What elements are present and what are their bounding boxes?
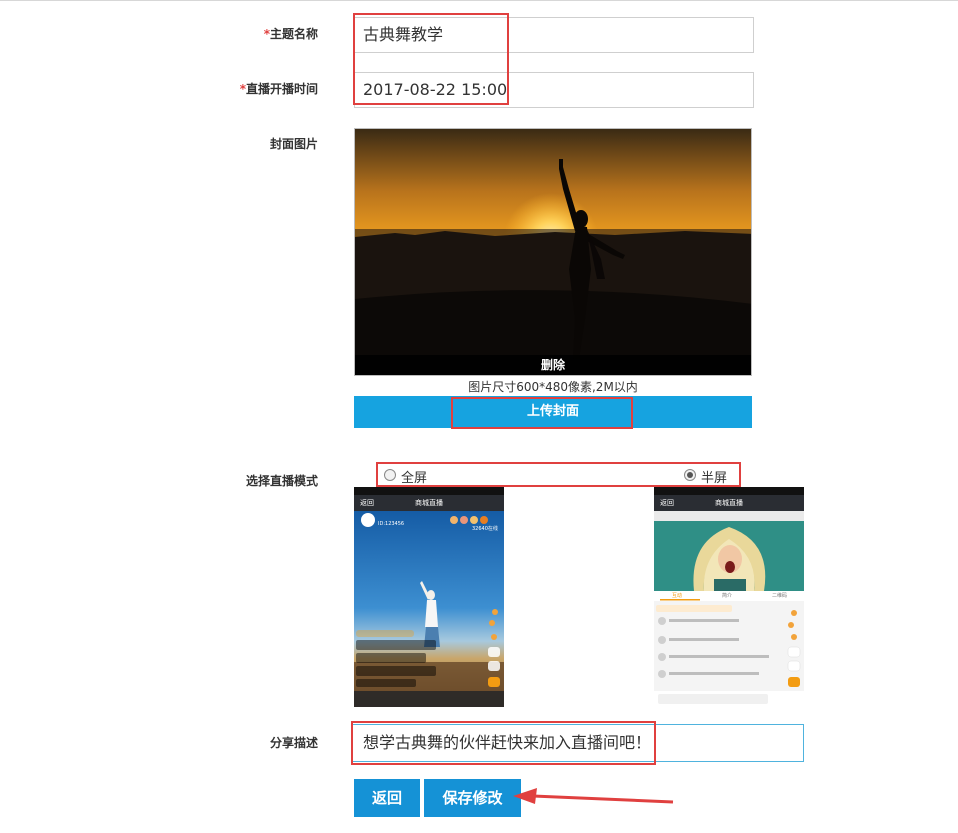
status-bar [654, 487, 804, 495]
back-button[interactable]: 返回 [354, 779, 420, 817]
start-time-input[interactable]: 2017-08-22 15:00 [354, 72, 754, 108]
mode-full-radio[interactable] [384, 469, 396, 481]
start-time-label: *直播开播时间 [239, 82, 318, 96]
topic-input[interactable]: 古典舞教学 [354, 17, 754, 53]
status-bar [354, 487, 504, 495]
upload-cover-button[interactable]: 上传封面 [354, 396, 752, 428]
preview-tab: 互动 [672, 593, 683, 599]
mode-full-label[interactable]: 全屏 [401, 467, 427, 486]
topic-label: *主题名称 [263, 27, 318, 41]
preview-nav: 返回 商城直播 [354, 495, 504, 511]
preview-viewers: 32640在线 [472, 526, 498, 532]
preview-user-id: ID:123456 [378, 521, 405, 527]
preview-tab: 简介 [722, 593, 733, 599]
share-label: 分享描述 [269, 736, 318, 750]
preview-tab: 二维码 [772, 593, 788, 599]
mode-half-label[interactable]: 半屏 [701, 467, 727, 486]
share-description-input[interactable]: 想学古典舞的伙伴赶快来加入直播间吧！ [352, 724, 804, 762]
delete-cover-button[interactable]: 删除 [355, 355, 751, 375]
nav-title: 商城直播 [415, 499, 443, 507]
preview-nav: 返回 商城直播 [654, 495, 804, 511]
nav-title: 商城直播 [715, 499, 743, 507]
fullscreen-preview-art [354, 487, 504, 707]
mode-label: 选择直播模式 [245, 474, 318, 488]
cover-size-hint: 图片尺寸600*480像素,2M以内 [468, 380, 638, 394]
halfscreen-preview: 返回 商城直播 互动 简介 二维码 [654, 487, 804, 707]
top-divider [0, 0, 958, 1]
fullscreen-preview: 返回 商城直播 ID:123456 32640在线 [354, 487, 504, 707]
mode-half-radio[interactable] [684, 469, 696, 481]
sunset-photo [355, 129, 751, 375]
arrow-annotation-icon [513, 788, 674, 804]
cover-label: 封面图片 [269, 137, 318, 151]
cover-image: 删除 [354, 128, 752, 376]
